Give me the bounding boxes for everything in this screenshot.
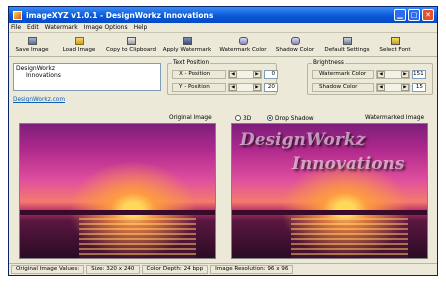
scroll-right-icon[interactable]: ▶ [401, 71, 409, 78]
text-position-legend: Text Position [172, 60, 211, 66]
website-link[interactable]: DesignWorkz.com [13, 97, 65, 103]
horizon [20, 209, 215, 215]
shadow-brightness-value: 15 [412, 83, 426, 92]
controls-panel: DesignWorkz Innovations DesignWorkz.com … [9, 59, 437, 105]
x-position-value: 0 [264, 70, 278, 79]
watermarked-image: DesignWorkz Innovations [231, 123, 428, 259]
radio-3d-icon [235, 115, 241, 121]
scroll-right-icon[interactable]: ▶ [253, 71, 261, 78]
text-position-group: Text Position X - Position ◀ ▶ 0 Y - Pos… [167, 60, 278, 95]
menu-image-options[interactable]: Image Options [84, 24, 128, 31]
save-icon [27, 36, 37, 45]
watermark-text-line1: DesignWorkz [16, 65, 56, 72]
maximize-button[interactable]: □ [408, 9, 420, 21]
status-size: Size: 320 x 240 [86, 265, 140, 274]
palette-icon [238, 36, 248, 45]
watermark-color-button[interactable]: Watermark Color [215, 33, 271, 56]
clipboard-icon [126, 36, 136, 45]
default-settings-label: Default Settings [324, 46, 370, 53]
font-icon [390, 36, 400, 45]
original-image [19, 123, 216, 259]
window-controls: ▁ □ ✕ [394, 9, 434, 21]
scroll-left-icon[interactable]: ◀ [229, 71, 237, 78]
menu-watermark[interactable]: Watermark [45, 24, 78, 31]
x-position-label: X - Position [172, 70, 226, 79]
water-reflection [290, 217, 408, 258]
brightness-group: Brightness Watermark Color ◀ ▶ 151 Shado… [307, 60, 433, 95]
y-position-row: Y - Position ◀ ▶ 20 [172, 83, 278, 92]
load-image-label: Load Image [62, 46, 96, 53]
save-image-button[interactable]: Save Image [9, 33, 55, 56]
y-position-value: 20 [264, 83, 278, 92]
save-image-label: Save Image [15, 46, 49, 53]
title-bar: imageXYZ v1.0.1 - DesignWorkz Innovation… [9, 7, 437, 23]
scroll-left-icon[interactable]: ◀ [377, 71, 385, 78]
select-font-label: Select Font [379, 46, 411, 53]
copy-to-clipboard-label: Copy to Clipboard [105, 46, 157, 53]
shadow-brightness-scrollbar[interactable]: ◀ ▶ [376, 83, 410, 92]
window-title: imageXYZ v1.0.1 - DesignWorkz Innovation… [26, 10, 214, 20]
watermark-brightness-value: 151 [412, 70, 426, 79]
y-position-scrollbar[interactable]: ◀ ▶ [228, 83, 262, 92]
menu-help[interactable]: Help [134, 24, 148, 31]
y-position-label: Y - Position [172, 83, 226, 92]
watermark-brightness-row: Watermark Color ◀ ▶ 151 [312, 70, 426, 79]
water-reflection [78, 217, 196, 258]
scroll-right-icon[interactable]: ▶ [401, 84, 409, 91]
original-image-caption: Original Image [169, 115, 212, 121]
radio-drop-shadow[interactable]: Drop Shadow [267, 115, 314, 122]
radio-3d-label: 3D [243, 115, 252, 122]
watermark-color-label: Watermark Color [219, 46, 267, 53]
scroll-left-icon[interactable]: ◀ [377, 84, 385, 91]
watermark-text-1: DesignWorkz [240, 130, 366, 150]
watermark-text-line2: Innovations [26, 72, 61, 79]
select-font-button[interactable]: Select Font [375, 33, 415, 56]
radio-drop-shadow-icon [267, 115, 273, 121]
watermarked-image-caption: Watermarked Image [365, 115, 425, 121]
shadow-brightness-row: Shadow Color ◀ ▶ 15 [312, 83, 426, 92]
app-icon [13, 10, 22, 20]
scroll-right-icon[interactable]: ▶ [253, 84, 261, 91]
x-position-scrollbar[interactable]: ◀ ▶ [228, 70, 262, 79]
watermark-brightness-label: Watermark Color [312, 70, 374, 79]
default-settings-button[interactable]: Default Settings [319, 33, 375, 56]
copy-to-clipboard-button[interactable]: Copy to Clipboard [103, 33, 159, 56]
effect-options: 3D Drop Shadow [235, 115, 314, 122]
menu-edit[interactable]: Edit [27, 24, 39, 31]
minimize-button[interactable]: ▁ [394, 9, 406, 21]
shadow-color-label: Shadow Color [275, 46, 315, 53]
x-position-row: X - Position ◀ ▶ 0 [172, 70, 278, 79]
load-image-button[interactable]: Load Image [55, 33, 103, 56]
brightness-legend: Brightness [312, 60, 345, 66]
toolbar: Save Image Load Image Copy to Clipboard … [9, 33, 437, 57]
app-window: imageXYZ v1.0.1 - DesignWorkz Innovation… [8, 6, 438, 276]
apply-watermark-button[interactable]: Apply Watermark [159, 33, 215, 56]
status-color-depth: Color Depth: 24 bpp [141, 265, 209, 274]
watermark-text-box[interactable]: DesignWorkz Innovations [13, 63, 161, 91]
status-bar: Original Image Values: Size: 320 x 240 C… [9, 263, 437, 275]
watermark-brightness-scrollbar[interactable]: ◀ ▶ [376, 70, 410, 79]
radio-drop-shadow-label: Drop Shadow [275, 115, 314, 122]
folder-icon [74, 36, 84, 45]
close-button[interactable]: ✕ [422, 9, 434, 21]
menu-file[interactable]: File [11, 24, 21, 31]
apply-watermark-label: Apply Watermark [162, 46, 212, 53]
status-resolution: Image Resolution: 96 x 96 [210, 265, 294, 274]
shadow-brightness-label: Shadow Color [312, 83, 374, 92]
watermark-icon [182, 36, 192, 45]
settings-icon [342, 36, 352, 45]
scroll-left-icon[interactable]: ◀ [229, 84, 237, 91]
shadow-color-button[interactable]: Shadow Color [271, 33, 319, 56]
horizon [232, 209, 427, 215]
watermark-text-2: Innovations [292, 154, 405, 174]
menu-bar: File Edit Watermark Image Options Help [9, 23, 437, 33]
status-values-label: Original Image Values: [11, 265, 85, 274]
radio-3d[interactable]: 3D [235, 115, 252, 122]
palette-icon [290, 36, 300, 45]
